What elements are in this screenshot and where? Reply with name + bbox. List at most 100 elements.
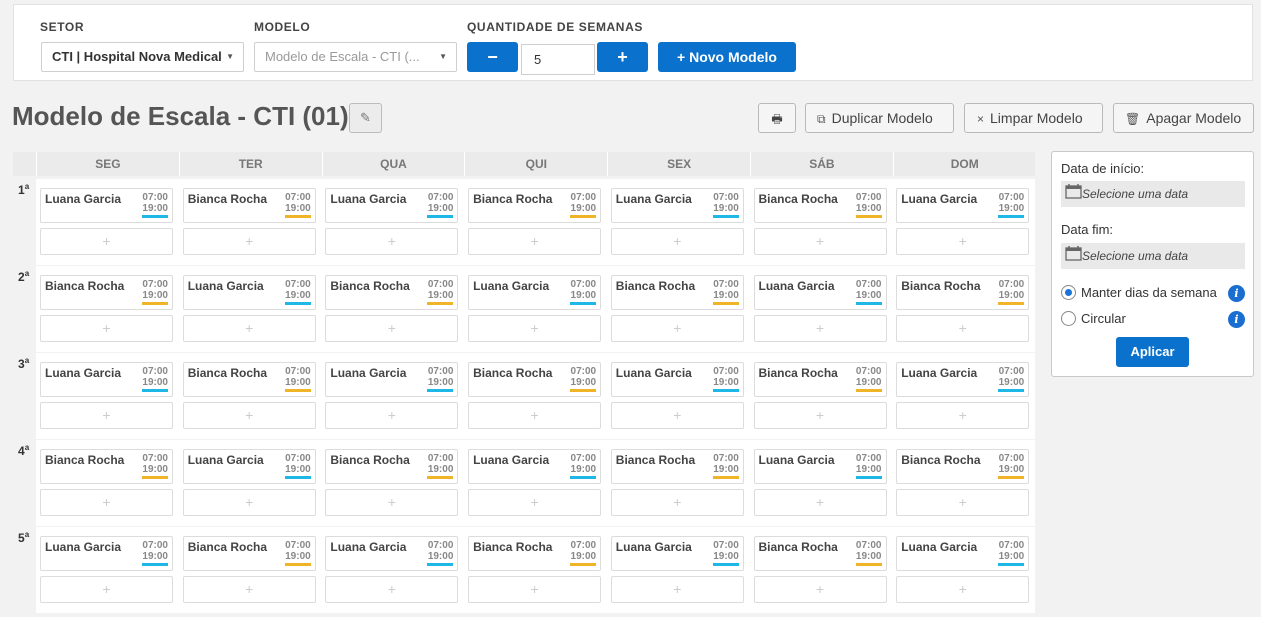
shift-card[interactable]: Luana Garcia 07:00 19:00 [610,188,744,223]
shift-card[interactable]: Bianca Rocha 07:00 19:00 [182,362,316,397]
add-shift-button[interactable]: + [896,402,1030,429]
add-shift-button[interactable]: + [182,402,316,429]
shift-person-name: Bianca Rocha [330,279,410,293]
weeks-quantity-input[interactable]: 5 [521,44,595,75]
shift-card[interactable]: Bianca Rocha 07:00 19:00 [40,275,173,310]
add-shift-button[interactable]: + [40,402,173,429]
add-shift-button[interactable]: + [40,315,173,342]
shift-card[interactable]: Luana Garcia 07:00 19:00 [325,362,459,397]
shift-end-time: 19:00 [570,290,597,301]
add-shift-button[interactable]: + [182,489,316,516]
add-shift-button[interactable]: + [896,489,1030,516]
shift-card[interactable]: Luana Garcia 07:00 19:00 [182,275,316,310]
add-shift-button[interactable]: + [753,576,887,603]
week-number-value: 5 [18,531,25,545]
increase-weeks-button[interactable]: + [597,42,648,72]
add-shift-button[interactable]: + [896,576,1030,603]
shift-card[interactable]: Luana Garcia 07:00 19:00 [468,275,602,310]
add-shift-button[interactable]: + [896,228,1030,255]
shift-card[interactable]: Bianca Rocha 07:00 19:00 [468,536,602,571]
edit-title-button[interactable]: ✎ [349,103,382,133]
add-shift-button[interactable]: + [468,402,602,429]
circular-radio[interactable] [1061,311,1076,326]
apagar-modelo-button[interactable]: 🗑 Apagar Modelo [1113,103,1254,133]
data-inicio-input[interactable]: Selecione uma data [1061,181,1245,207]
shift-color-bar [142,563,168,566]
info-icon[interactable]: i [1228,311,1245,328]
shift-card[interactable]: Luana Garcia 07:00 19:00 [896,536,1030,571]
shift-card[interactable]: Bianca Rocha 07:00 19:00 [753,188,887,223]
add-shift-button[interactable]: + [325,489,459,516]
shift-start-time: 07:00 [998,366,1025,377]
add-shift-button[interactable]: + [753,402,887,429]
shift-card[interactable]: Bianca Rocha 07:00 19:00 [40,449,173,484]
add-shift-button[interactable]: + [40,228,173,255]
data-fim-input[interactable]: Selecione uma data [1061,243,1245,269]
shift-start-time: 07:00 [855,366,882,377]
add-shift-button[interactable]: + [468,315,602,342]
shift-card[interactable]: Luana Garcia 07:00 19:00 [753,275,887,310]
week-number-value: 4 [18,444,25,458]
shift-card[interactable]: Bianca Rocha 07:00 19:00 [753,536,887,571]
shift-card[interactable]: Bianca Rocha 07:00 19:00 [610,275,744,310]
info-icon[interactable]: i [1228,285,1245,302]
shift-card[interactable]: Bianca Rocha 07:00 19:00 [753,362,887,397]
add-shift-button[interactable]: + [468,489,602,516]
shift-card[interactable]: Luana Garcia 07:00 19:00 [896,188,1030,223]
shift-card[interactable]: Luana Garcia 07:00 19:00 [753,449,887,484]
shift-card[interactable]: Bianca Rocha 07:00 19:00 [182,188,316,223]
shift-card[interactable]: Bianca Rocha 07:00 19:00 [468,188,602,223]
add-shift-button[interactable]: + [610,489,744,516]
add-shift-button[interactable]: + [325,315,459,342]
add-shift-button[interactable]: + [468,576,602,603]
add-shift-button[interactable]: + [40,576,173,603]
shift-card[interactable]: Bianca Rocha 07:00 19:00 [610,449,744,484]
duplicar-label: Duplicar Modelo [831,110,933,126]
shift-card[interactable]: Luana Garcia 07:00 19:00 [325,536,459,571]
add-shift-button[interactable]: + [182,576,316,603]
data-fim-label: Data fim: [1061,222,1114,237]
setor-select[interactable]: CTI | Hospital Nova Medical ▼ [41,42,244,72]
shift-card[interactable]: Luana Garcia 07:00 19:00 [182,449,316,484]
add-shift-button[interactable]: + [468,228,602,255]
add-shift-button[interactable]: + [325,228,459,255]
shift-card[interactable]: Bianca Rocha 07:00 19:00 [325,449,459,484]
add-shift-button[interactable]: + [610,576,744,603]
shift-card[interactable]: Luana Garcia 07:00 19:00 [325,188,459,223]
add-shift-button[interactable]: + [753,489,887,516]
add-shift-button[interactable]: + [610,228,744,255]
aplicar-button[interactable]: Aplicar [1116,337,1189,367]
add-shift-button[interactable]: + [896,315,1030,342]
add-shift-button[interactable]: + [182,315,316,342]
add-shift-button[interactable]: + [40,489,173,516]
shift-card[interactable]: Luana Garcia 07:00 19:00 [610,362,744,397]
shift-card[interactable]: Luana Garcia 07:00 19:00 [40,362,173,397]
add-shift-button[interactable]: + [325,576,459,603]
shift-card[interactable]: Bianca Rocha 07:00 19:00 [896,275,1030,310]
shift-card[interactable]: Bianca Rocha 07:00 19:00 [325,275,459,310]
add-shift-button[interactable]: + [753,315,887,342]
shift-card[interactable]: Bianca Rocha 07:00 19:00 [896,449,1030,484]
manter-dias-radio[interactable] [1061,285,1076,300]
shift-time: 07:00 19:00 [142,279,168,301]
shift-card[interactable]: Bianca Rocha 07:00 19:00 [182,536,316,571]
shift-end-time: 19:00 [855,290,882,301]
novo-modelo-button[interactable]: + Novo Modelo [658,42,796,72]
print-button[interactable]: 🖶 [758,103,796,133]
shift-card[interactable]: Luana Garcia 07:00 19:00 [610,536,744,571]
shift-card[interactable]: Luana Garcia 07:00 19:00 [40,536,173,571]
limpar-modelo-button[interactable]: × Limpar Modelo [964,103,1103,133]
add-shift-button[interactable]: + [753,228,887,255]
add-shift-button[interactable]: + [325,402,459,429]
modelo-select[interactable]: Modelo de Escala - CTI (... ▼ [254,42,457,72]
add-shift-button[interactable]: + [610,402,744,429]
duplicar-modelo-button[interactable]: ⧉ Duplicar Modelo [805,103,954,133]
shift-person-name: Luana Garcia [901,540,978,554]
shift-card[interactable]: Bianca Rocha 07:00 19:00 [468,362,602,397]
shift-card[interactable]: Luana Garcia 07:00 19:00 [40,188,173,223]
add-shift-button[interactable]: + [182,228,316,255]
add-shift-button[interactable]: + [610,315,744,342]
shift-card[interactable]: Luana Garcia 07:00 19:00 [896,362,1030,397]
shift-card[interactable]: Luana Garcia 07:00 19:00 [468,449,602,484]
decrease-weeks-button[interactable]: − [467,42,518,72]
